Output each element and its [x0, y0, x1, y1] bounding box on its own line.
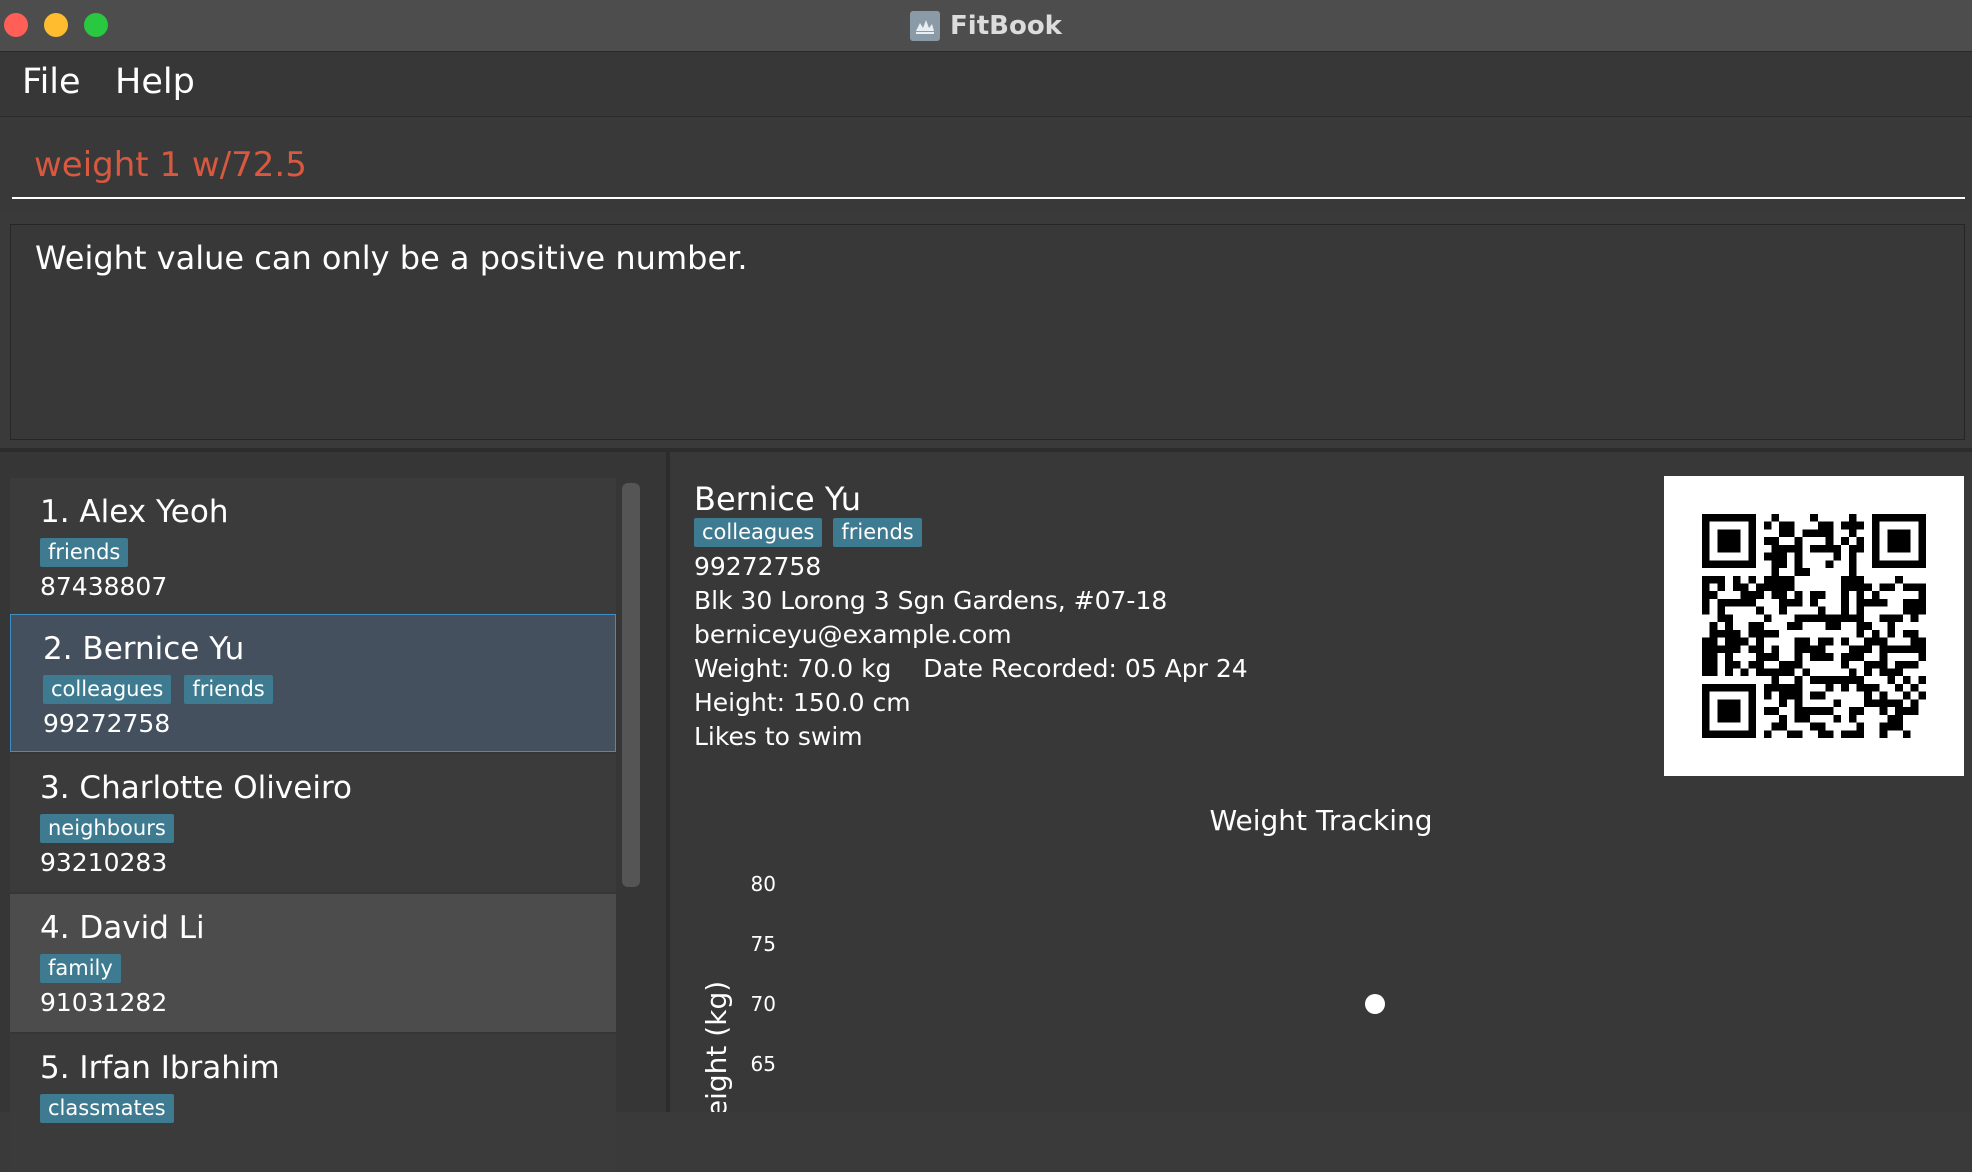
qr-code-icon: [1702, 514, 1926, 738]
person-detail-panel: Bernice Yu colleagues friends 99272758 B…: [670, 452, 1972, 1112]
detail-phone: 99272758: [694, 552, 822, 581]
tag-label: friends: [833, 518, 922, 547]
tag-label: colleagues: [694, 518, 823, 547]
tag-label: colleagues: [43, 675, 172, 704]
detail-address: Blk 30 Lorong 3 Sgn Gardens, #07-18: [694, 586, 1168, 615]
chart-y-tick-label: 65: [751, 1052, 776, 1076]
person-card[interactable]: 5. Irfan Ibrahim classmates: [10, 1034, 616, 1172]
person-name: 2. Bernice Yu: [43, 631, 245, 667]
person-name: 1. Alex Yeoh: [40, 494, 229, 530]
person-card[interactable]: 4. David Li family 91031282: [10, 894, 616, 1032]
chart-data-point: [1365, 994, 1385, 1014]
person-tags: colleagues friends: [43, 675, 273, 704]
chart-y-axis-label: Weight (kg): [700, 981, 733, 1112]
person-card[interactable]: 1. Alex Yeoh friends 87438807: [10, 478, 616, 616]
person-tags: classmates: [40, 1094, 174, 1123]
window-title: FitBook: [950, 11, 1062, 41]
person-tags: family: [40, 954, 121, 983]
person-name: 5. Irfan Ibrahim: [40, 1050, 280, 1086]
person-phone: 87438807: [40, 572, 168, 601]
command-box: [0, 117, 1972, 212]
chart-y-tick-label: 80: [751, 872, 776, 896]
tag-label: friends: [40, 538, 129, 567]
detail-note: Likes to swim: [694, 722, 863, 751]
tag-label: neighbours: [40, 814, 174, 843]
menu-bar: File Help: [0, 52, 1972, 117]
weight-chart: Weight (kg) 65 70 75 80: [700, 872, 1385, 1112]
person-tags: neighbours: [40, 814, 174, 843]
person-list-panel: 1. Alex Yeoh friends 87438807 2. Bernice…: [0, 452, 666, 1172]
person-card[interactable]: 3. Charlotte Oliveiro neighbours 9321028…: [10, 754, 616, 892]
tag-label: family: [40, 954, 121, 983]
detail-tags: colleagues friends: [694, 518, 922, 547]
result-message: Weight value can only be a positive numb…: [35, 239, 748, 277]
command-input[interactable]: [12, 133, 1965, 199]
fitbook-logo-icon: [910, 11, 941, 41]
window-title-group: FitBook: [0, 0, 1972, 52]
detail-weight: Weight: 70.0 kg Date Recorded: 05 Apr 24: [694, 654, 1248, 683]
person-phone: 93210283: [40, 848, 168, 877]
list-scrollbar-thumb[interactable]: [622, 483, 640, 887]
detail-name: Bernice Yu: [694, 480, 862, 518]
tag-label: friends: [184, 675, 273, 704]
chart-y-tick-label: 75: [751, 932, 776, 956]
person-name: 3. Charlotte Oliveiro: [40, 770, 352, 806]
person-phone: 99272758: [43, 709, 171, 738]
person-tags: friends: [40, 538, 129, 567]
chart-y-tick-label: 70: [751, 992, 776, 1016]
person-phone: 91031282: [40, 988, 168, 1017]
detail-height: Height: 150.0 cm: [694, 688, 911, 717]
detail-email: berniceyu@example.com: [694, 620, 1012, 649]
result-display[interactable]: Weight value can only be a positive numb…: [10, 224, 1965, 440]
menu-help[interactable]: Help: [115, 62, 195, 102]
person-name: 4. David Li: [40, 910, 205, 946]
tag-label: classmates: [40, 1094, 174, 1123]
qr-code: [1664, 476, 1964, 776]
title-bar: FitBook: [0, 0, 1972, 52]
menu-file[interactable]: File: [22, 62, 81, 102]
person-card-selected[interactable]: 2. Bernice Yu colleagues friends 9927275…: [10, 614, 616, 752]
